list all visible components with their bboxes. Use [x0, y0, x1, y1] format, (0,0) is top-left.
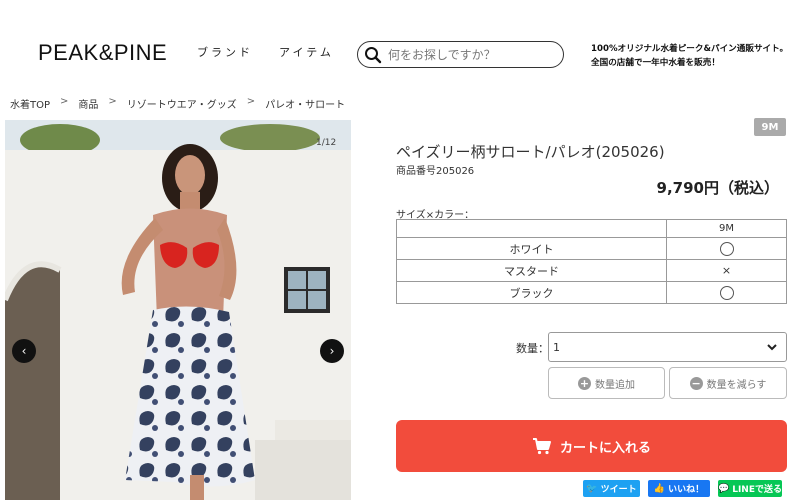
add-to-cart-label: カートに入れる	[559, 440, 651, 456]
line-chat-icon: 💬	[718, 483, 730, 494]
quantity-add-label: 数量追加	[595, 379, 635, 391]
chevron-left-icon: ‹	[21, 344, 27, 358]
chevron-down-icon	[767, 344, 777, 351]
variant-row: マスタード ×	[396, 259, 787, 282]
nav-brand[interactable]: ブランド	[197, 44, 253, 60]
quantity-subtract-label: 数量を減らす	[706, 379, 767, 391]
variant-table: 9M ホワイト マスタード × ブラック	[396, 219, 787, 304]
twitter-bird-icon: 🐦	[586, 483, 598, 494]
share-twitter-button[interactable]: 🐦 ツイート	[583, 480, 640, 497]
variant-select-white[interactable]	[666, 237, 787, 260]
variant-size-header: 9M	[666, 219, 787, 238]
share-facebook-button[interactable]: 👍 いいね！	[648, 480, 710, 497]
breadcrumb-item-products[interactable]: 商品	[78, 96, 98, 111]
variant-color-black: ブラック	[396, 281, 667, 304]
variant-select-black[interactable]	[666, 281, 787, 304]
variant-color-mustard: マスタード	[396, 259, 667, 282]
breadcrumb: 水着TOP > 商品 > リゾートウエア・グッズ > パレオ・サロート	[10, 96, 345, 111]
prev-image-button[interactable]: ‹	[12, 339, 36, 363]
plus-circle-icon: +	[578, 376, 591, 390]
next-image-button[interactable]: ›	[320, 339, 344, 363]
search-box[interactable]	[357, 41, 564, 68]
breadcrumb-separator: >	[246, 96, 256, 107]
breadcrumb-item-pareo: パレオ・サロート	[265, 100, 346, 111]
nav-item[interactable]: アイテム	[279, 44, 334, 60]
chevron-right-icon: ›	[329, 344, 335, 358]
quantity-subtract-button[interactable]: − 数量を減らす	[669, 367, 787, 399]
radio-circle-icon[interactable]	[719, 285, 734, 300]
breadcrumb-separator: >	[108, 96, 117, 107]
image-counter: 1/12	[316, 138, 337, 148]
product-price: 9,790円（税込）	[656, 179, 779, 197]
variant-soldout-mustard: ×	[666, 259, 787, 282]
variant-header-blank	[396, 219, 667, 238]
quantity-add-button[interactable]: + 数量追加	[548, 367, 665, 399]
search-icon	[365, 46, 382, 63]
share-twitter-label: ツイート	[600, 485, 637, 495]
quantity-select[interactable]: 1	[548, 332, 787, 362]
cart-icon	[532, 438, 551, 455]
radio-circle-icon[interactable]	[719, 241, 734, 256]
breadcrumb-separator: >	[60, 96, 69, 107]
share-facebook-label: いいね！	[668, 485, 705, 495]
minus-circle-icon: −	[689, 376, 703, 390]
breadcrumb-item-top[interactable]: 水着TOP	[10, 96, 50, 111]
quantity-label: 数量：	[516, 342, 549, 355]
variant-color-white: ホワイト	[396, 237, 667, 260]
share-line-button[interactable]: 💬 LINEで送る	[718, 480, 782, 497]
tagline-line-1: 100%オリジナル水着ピーク&パイン通販サイト。	[591, 44, 789, 54]
tagline-line-2: 全国の店舗で一年中水着を販売！	[591, 58, 720, 68]
breadcrumb-item-resortwear[interactable]: リゾートウエア・グッズ	[127, 96, 237, 111]
tagline: 100%オリジナル水着ピーク&パイン通販サイト。 全国の店舗で一年中水着を販売！	[591, 42, 788, 70]
product-code: 商品番号205026	[396, 166, 475, 177]
site-logo[interactable]: PEAK&PINE	[38, 40, 167, 66]
variant-header-row: 9M	[396, 219, 787, 238]
search-input[interactable]	[388, 47, 558, 62]
share-line-label: LINEで送る	[732, 485, 782, 495]
size-badge: 9M	[754, 118, 786, 136]
quantity-value: 1	[553, 340, 560, 354]
thumbs-up-icon: 👍	[653, 483, 666, 494]
product-photo-illustration	[5, 120, 351, 500]
variant-row: ブラック	[396, 281, 787, 304]
variant-row: ホワイト	[396, 237, 787, 260]
add-to-cart-button[interactable]: カートに入れる	[396, 420, 787, 472]
product-image[interactable]	[5, 120, 351, 500]
product-title: ペイズリー柄サロート/パレオ(205026)	[396, 143, 665, 161]
